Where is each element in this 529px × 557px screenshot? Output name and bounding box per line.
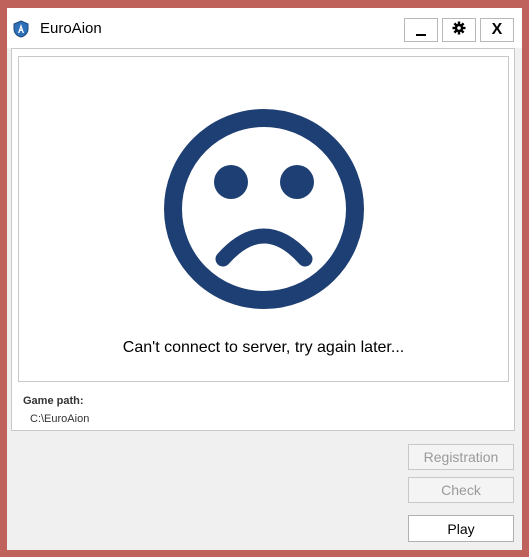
close-button[interactable]: X bbox=[480, 18, 514, 42]
launcher-window: EuroAion X Can't connect to server, try … bbox=[7, 8, 522, 550]
game-path-value: C:\EuroAion bbox=[30, 413, 90, 425]
window-title: EuroAion bbox=[40, 20, 102, 37]
check-button[interactable]: Check bbox=[408, 477, 514, 503]
gear-icon bbox=[452, 21, 466, 40]
status-message: Can't connect to server, try again later… bbox=[122, 339, 405, 356]
minimize-icon bbox=[416, 33, 426, 36]
close-icon: X bbox=[491, 21, 503, 38]
main-panel: Can't connect to server, try again later… bbox=[11, 48, 515, 431]
play-button[interactable]: Play bbox=[408, 515, 514, 542]
title-bar: EuroAion X bbox=[7, 8, 522, 48]
registration-button[interactable]: Registration bbox=[408, 444, 514, 470]
minimize-button[interactable] bbox=[404, 18, 438, 42]
aion-shield-icon bbox=[13, 20, 29, 38]
game-path-label: Game path: bbox=[23, 395, 84, 407]
sad-face-icon bbox=[164, 109, 364, 309]
settings-button[interactable] bbox=[442, 18, 476, 42]
status-box: Can't connect to server, try again later… bbox=[18, 56, 509, 382]
